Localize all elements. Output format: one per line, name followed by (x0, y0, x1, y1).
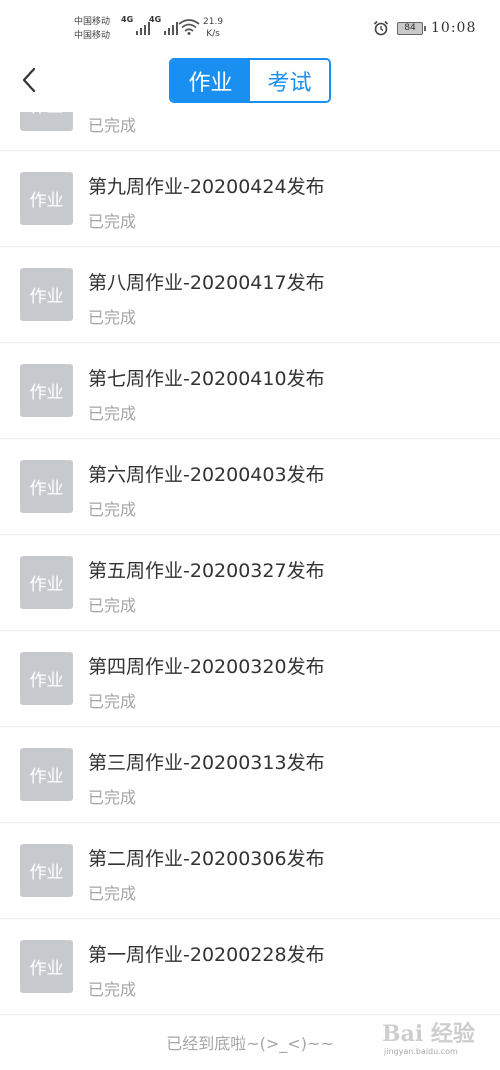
homework-thumb: 作业 (20, 652, 73, 705)
item-status: 已完成 (88, 884, 137, 903)
watermark-text: Bai 经验 (382, 1021, 475, 1047)
homework-thumb: 作业 (20, 940, 73, 993)
item-title: 第五周作业-20200327发布 (88, 560, 325, 582)
list-item[interactable]: 作业 第四周作业-20200320发布 已完成 (0, 631, 500, 727)
item-status: 已完成 (88, 404, 137, 423)
homework-thumb: 作业 (20, 112, 73, 131)
item-status: 已完成 (88, 308, 137, 327)
item-title: 第六周作业-20200403发布 (88, 464, 325, 486)
item-title: 第四周作业-20200320发布 (88, 656, 325, 678)
homework-list: 作业 已完成 作业第九周作业-20200424发布已完成作业第八周作业-2020… (0, 112, 500, 1015)
item-status: 已完成 (88, 500, 137, 519)
homework-thumb: 作业 (20, 460, 73, 513)
homework-thumb: 作业 (20, 556, 73, 609)
watermark-url: jingyan.baidu.com (384, 1047, 458, 1056)
homework-thumb: 作业 (20, 364, 73, 417)
network-speed: 21.9 K/s (203, 16, 223, 40)
list-item[interactable]: 作业 第七周作业-20200410发布 已完成 (0, 343, 500, 439)
chevron-left-icon (22, 67, 36, 93)
homework-thumb: 作业 (20, 844, 73, 897)
item-title: 第二周作业-20200306发布 (88, 848, 325, 870)
list-item-partial[interactable]: 作业 已完成 (0, 112, 500, 151)
signal-icon: 4G (121, 15, 150, 35)
carrier-2: 中国移动 (74, 31, 111, 41)
item-title: 第一周作业-20200228发布 (88, 944, 325, 966)
list-item[interactable]: 作业 第一周作业-20200228发布 已完成 (0, 919, 500, 1015)
speed-unit: K/s (206, 29, 220, 39)
item-title: 第三周作业-20200313发布 (88, 752, 325, 774)
speed-value: 21.9 (203, 17, 224, 27)
header: 作业 考试 (0, 50, 500, 112)
clock: 10:08 (431, 20, 477, 36)
baidu-watermark: Bai 经验 jingyan.baidu.com (382, 1016, 494, 1062)
homework-thumb: 作业 (20, 172, 73, 225)
list-item[interactable]: 作业 第六周作业-20200403发布 已完成 (0, 439, 500, 535)
back-button[interactable] (14, 62, 44, 98)
wifi-icon (178, 19, 200, 35)
homework-thumb: 作业 (20, 748, 73, 801)
net-type-1: 4G (121, 15, 134, 24)
signal-icon-2: 4G (149, 15, 178, 35)
carrier-labels: 中国移动 中国移动 (74, 15, 110, 43)
item-title: 第八周作业-20200417发布 (88, 272, 325, 294)
list-item[interactable]: 作业 第二周作业-20200306发布 已完成 (0, 823, 500, 919)
item-status: 已完成 (88, 116, 137, 135)
homework-thumb: 作业 (20, 268, 73, 321)
status-bar: 中国移动 中国移动 4G 4G 21.9 K/s 84 10:08 (0, 0, 500, 50)
list-item[interactable]: 作业 第三周作业-20200313发布 已完成 (0, 727, 500, 823)
item-status: 已完成 (88, 692, 137, 711)
carrier-1: 中国移动 (74, 17, 111, 27)
item-title: 第九周作业-20200424发布 (88, 176, 325, 198)
battery-icon: 84 (397, 22, 426, 35)
net-type-2: 4G (149, 15, 162, 24)
alarm-icon (373, 20, 389, 36)
item-status: 已完成 (88, 212, 137, 231)
item-status: 已完成 (88, 980, 137, 999)
item-status: 已完成 (88, 596, 137, 615)
tab-exam[interactable]: 考试 (250, 60, 329, 101)
item-status: 已完成 (88, 788, 137, 807)
list-item[interactable]: 作业 第八周作业-20200417发布 已完成 (0, 247, 500, 343)
list-item[interactable]: 作业 第九周作业-20200424发布 已完成 (0, 151, 500, 247)
list-item[interactable]: 作业 第五周作业-20200327发布 已完成 (0, 535, 500, 631)
tab-homework[interactable]: 作业 (171, 60, 250, 101)
item-title: 第七周作业-20200410发布 (88, 368, 325, 390)
segment-control: 作业 考试 (169, 58, 331, 103)
